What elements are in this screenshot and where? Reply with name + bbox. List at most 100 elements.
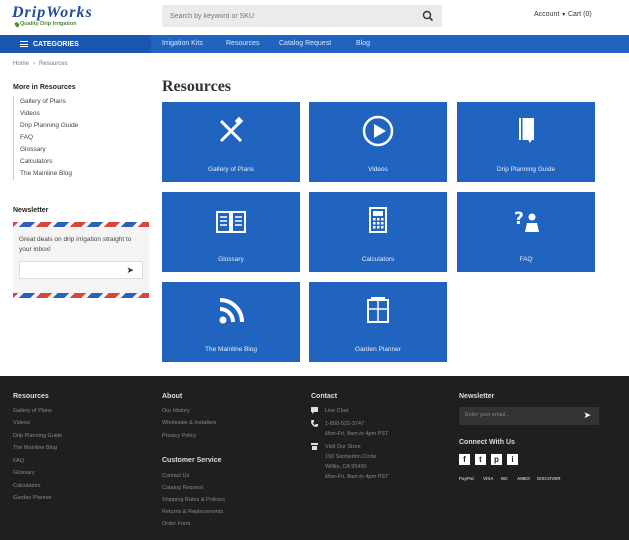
hamburger-icon: [20, 41, 28, 47]
tile-mainline-blog[interactable]: The Mainline Blog: [162, 282, 300, 362]
nav-link-blog[interactable]: Blog: [356, 40, 370, 47]
search-bar: [162, 5, 442, 27]
discover-icon: DISCOVER: [537, 476, 561, 481]
sidebar-item-videos[interactable]: Videos: [14, 108, 149, 120]
footer-link[interactable]: Returns & Replacements: [162, 509, 223, 515]
tile-label: Garden Planner: [355, 346, 401, 353]
footer-connect-heading: Connect With Us: [459, 439, 515, 446]
sidebar-item-drip-planning-guide[interactable]: Drip Planning Guide: [14, 120, 149, 132]
nav-link-resources[interactable]: Resources: [226, 40, 259, 47]
logo-tagline: Quality Drip Irrigation: [20, 21, 77, 27]
footer-newsletter-heading: Newsletter: [459, 393, 495, 400]
nav-link-catalog-request[interactable]: Catalog Request: [279, 40, 331, 47]
categories-label: CATEGORIES: [33, 40, 79, 48]
tile-label: Videos: [368, 166, 388, 173]
footer-live-chat[interactable]: Live Chat: [325, 408, 348, 414]
footer-store-address-1: 190 Sanhedrin Circle: [325, 454, 377, 460]
site-footer: [0, 376, 629, 540]
sidebar-item-faq[interactable]: FAQ: [14, 132, 149, 144]
footer-link[interactable]: Order Form: [162, 521, 190, 527]
pinterest-icon[interactable]: p: [491, 454, 502, 465]
footer-link[interactable]: Shipping Rates & Policies: [162, 497, 225, 503]
footer-link[interactable]: FAQ: [13, 458, 24, 464]
cart-link[interactable]: Cart (0): [568, 11, 592, 18]
page-title: Resources: [162, 78, 232, 95]
breadcrumb-home[interactable]: Home: [13, 61, 29, 67]
visa-icon: VISA: [483, 476, 494, 481]
play-icon: [362, 115, 394, 147]
newsletter-text: Great deals on drip irrigation straight …: [19, 236, 132, 253]
footer-link[interactable]: Our History: [162, 408, 190, 414]
sidebar-list: Gallery of Plans Videos Drip Planning Gu…: [13, 96, 149, 180]
breadcrumb-current: Resources: [39, 61, 68, 67]
footer-link[interactable]: Catalog Request: [162, 485, 203, 491]
footer-link[interactable]: Glossary: [13, 470, 35, 476]
nav-link-irrigation-kits[interactable]: Irrigation Kits: [162, 40, 203, 47]
phone-icon: [311, 420, 318, 427]
newsletter-heading: Newsletter: [13, 207, 49, 214]
footer-link[interactable]: Contact Us: [162, 473, 189, 479]
tile-faq[interactable]: ? FAQ: [457, 192, 595, 272]
footer-service-heading: Customer Service: [162, 457, 222, 464]
footer-resources-heading: Resources: [13, 393, 49, 400]
tile-label: Calculators: [361, 256, 395, 263]
tile-label: Gallery of Plans: [208, 166, 254, 173]
footer-store-label[interactable]: Visit Our Store: [325, 444, 361, 450]
question-person-icon: ?: [514, 209, 539, 232]
footer-link[interactable]: Gallery of Plans: [13, 408, 52, 414]
chevron-down-icon: ▾: [562, 12, 566, 18]
account-menu[interactable]: Account ▾: [534, 11, 565, 18]
tile-label: Glossary: [218, 256, 244, 263]
search-icon[interactable]: [422, 10, 434, 22]
tile-glossary[interactable]: Glossary: [162, 192, 300, 272]
logo-text: DripWorks: [12, 4, 93, 21]
svg-text:?: ?: [514, 209, 524, 229]
newsletter-email-input[interactable]: ➤: [19, 261, 143, 279]
tile-videos[interactable]: Videos: [309, 102, 447, 182]
airmail-stripe: [13, 222, 149, 227]
rss-icon: [219, 298, 244, 324]
footer-link[interactable]: Privacy Policy: [162, 433, 196, 439]
footer-link[interactable]: Drip Planning Guide: [13, 433, 62, 439]
facebook-icon[interactable]: f: [459, 454, 470, 465]
sidebar-item-glossary[interactable]: Glossary: [14, 144, 149, 156]
sidebar-heading: More in Resources: [13, 84, 76, 91]
footer-email-input[interactable]: Enter your email... ➤: [459, 407, 599, 425]
breadcrumb-separator: ›: [33, 61, 36, 67]
sidebar-item-mainline-blog[interactable]: The Mainline Blog: [14, 168, 149, 180]
footer-link[interactable]: Calculators: [13, 483, 41, 489]
footer-phone[interactable]: 1-800-522-3747: [325, 421, 364, 427]
newsletter-box: Great deals on drip irrigation straight …: [13, 222, 149, 298]
tile-label: The Mainline Blog: [204, 346, 258, 353]
tile-calculators[interactable]: Calculators: [309, 192, 447, 272]
sidebar-item-gallery-of-plans[interactable]: Gallery of Plans: [14, 96, 149, 108]
footer-link[interactable]: Garden Planner: [13, 495, 52, 501]
sidebar-item-calculators[interactable]: Calculators: [14, 156, 149, 168]
categories-button[interactable]: CATEGORIES: [0, 35, 151, 53]
store-icon: [311, 443, 318, 450]
open-book-icon: [216, 211, 246, 233]
paypal-icon: PayPal: [459, 476, 474, 481]
send-arrow-icon[interactable]: ➤: [126, 265, 134, 276]
footer-contact-heading: Contact: [311, 393, 338, 400]
tile-drip-planning-guide[interactable]: Drip Planning Guide: [457, 102, 595, 182]
tile-label: Drip Planning Guide: [496, 166, 556, 173]
dripworks-logo[interactable]: DripWorks Quality Drip Irrigation: [12, 4, 132, 32]
chat-icon: [311, 407, 318, 414]
tile-label: FAQ: [519, 256, 533, 263]
footer-store-hours: Mon-Fri, 8am to 4pm PST: [325, 474, 389, 480]
footer-about-heading: About: [162, 393, 183, 400]
search-input[interactable]: [170, 5, 410, 27]
site-header: DripWorks Quality Drip Irrigation Accoun…: [0, 0, 629, 35]
tile-garden-planner[interactable]: Garden Planner: [309, 282, 447, 362]
send-arrow-icon[interactable]: ➤: [583, 410, 591, 421]
tile-gallery-of-plans[interactable]: Gallery of Plans: [162, 102, 300, 182]
footer-link[interactable]: Videos: [13, 420, 30, 426]
pencil-ruler-icon: [219, 116, 244, 143]
twitter-icon[interactable]: t: [475, 454, 486, 465]
calculator-icon: [369, 207, 387, 233]
instagram-icon[interactable]: i: [507, 454, 518, 465]
footer-link[interactable]: Wholesale & Installers: [162, 420, 216, 426]
footer-link[interactable]: The Mainline Blog: [13, 445, 57, 451]
footer-store-address-2: Willits, CA 95490: [325, 464, 367, 470]
